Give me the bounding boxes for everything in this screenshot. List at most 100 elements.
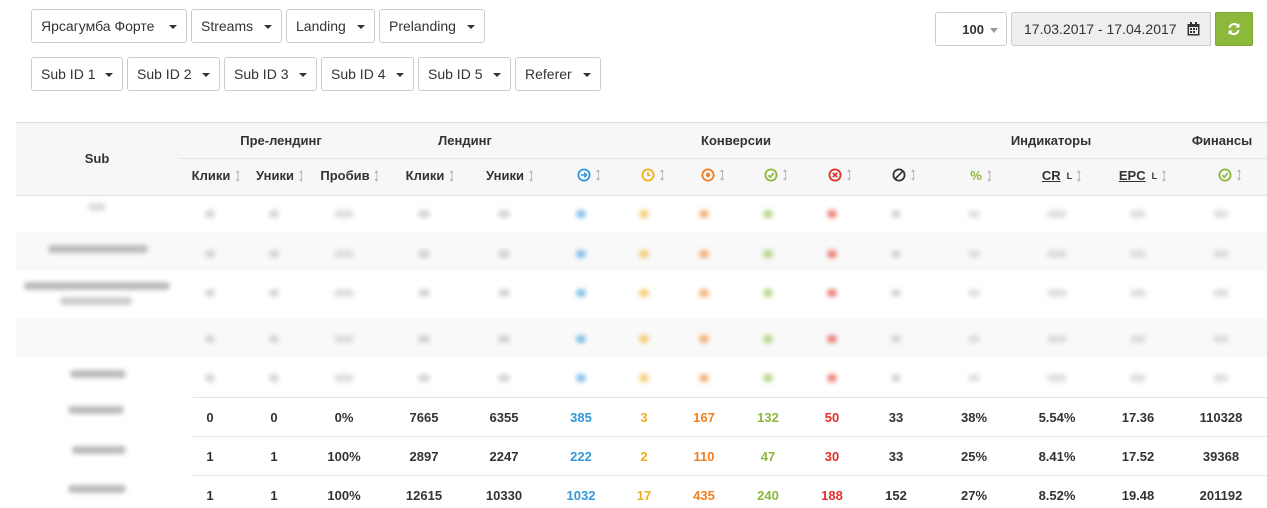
row-separator (193, 436, 1267, 437)
col-conv-trash[interactable] (892, 168, 916, 182)
blurred-cell (699, 289, 709, 297)
subid2-filter-label: Sub ID 2 (137, 66, 192, 82)
blurred-cell (1047, 250, 1067, 258)
col-pre-clicks[interactable]: Клики (192, 168, 241, 183)
blurred-cell (968, 250, 980, 258)
chevron-down-icon (264, 25, 272, 29)
blurred-cell (891, 289, 901, 297)
cell-pre-clicks: 1 (206, 449, 214, 464)
blurred-cell (763, 250, 773, 258)
sort-icon (235, 169, 240, 182)
cell-land-uniques: 6355 (489, 410, 519, 425)
sort-icon (298, 169, 304, 182)
group-sub: Sub (84, 151, 110, 166)
col-breakthrough[interactable]: Пробив (320, 168, 379, 183)
col-land-clicks[interactable]: Клики (406, 168, 455, 183)
blurred-sub (88, 203, 106, 211)
group-prelanding: Пре-лендинг (240, 133, 322, 148)
cell-conv-total: 385 (570, 410, 592, 425)
conv-rejected-icon (828, 168, 842, 182)
col-cr[interactable]: CR L (1042, 168, 1082, 183)
col-pre-uniques[interactable]: Уники (256, 168, 304, 183)
blurred-cell (269, 250, 279, 258)
subid3-filter[interactable]: Sub ID 3 (224, 57, 317, 91)
group-finance: Финансы (1191, 133, 1253, 148)
conv-approved-icon (764, 168, 778, 182)
col-conv-hold[interactable] (641, 168, 665, 182)
blurred-cell (968, 289, 980, 297)
blurred-cell (1130, 289, 1146, 297)
sort-icon (374, 169, 380, 182)
blurred-cell (1047, 210, 1067, 218)
calendar-icon (1187, 22, 1200, 36)
blurred-cell (763, 374, 773, 382)
col-conv-approved[interactable] (764, 168, 788, 182)
blurred-cell (968, 374, 980, 382)
col-label: Клики (405, 168, 445, 183)
cell-pre-clicks: 1 (206, 488, 214, 503)
col-conv-pending[interactable] (701, 168, 725, 182)
cell-conv-trash: 33 (888, 410, 904, 425)
sort-icon (660, 169, 665, 181)
blurred-cell (827, 210, 837, 218)
chevron-down-icon (583, 73, 591, 77)
finance-approved-icon (1218, 168, 1232, 182)
per-page-select[interactable]: 100 (935, 12, 1007, 46)
col-label: CR (1041, 168, 1061, 183)
sort-icon (1077, 169, 1082, 182)
col-sup: L (1151, 170, 1158, 181)
product-filter[interactable]: Ярсагумба Форте (31, 9, 187, 43)
date-range-input[interactable]: 17.03.2017 - 17.04.2017 (1011, 12, 1211, 46)
sort-icon (911, 169, 916, 181)
col-finance[interactable] (1218, 168, 1242, 182)
blurred-sub (72, 446, 126, 454)
subid5-filter[interactable]: Sub ID 5 (418, 57, 511, 91)
conv-trash-icon (892, 168, 906, 182)
blurred-cell (639, 250, 649, 258)
blurred-cell (576, 289, 586, 297)
streams-filter[interactable]: Streams (191, 9, 282, 43)
blurred-cell (1213, 210, 1229, 218)
blurred-sub (68, 406, 124, 414)
blurred-cell (968, 210, 980, 218)
subid4-filter[interactable]: Sub ID 4 (321, 57, 414, 91)
col-label: Уники (486, 168, 524, 183)
cell-cr: 8.52% (1038, 488, 1076, 503)
blurred-cell (968, 335, 980, 343)
subid5-filter-label: Sub ID 5 (428, 66, 483, 82)
prelanding-filter[interactable]: Prelanding (379, 9, 485, 43)
col-conv-rejected[interactable] (828, 168, 852, 182)
subid1-filter[interactable]: Sub ID 1 (31, 57, 123, 91)
col-epc[interactable]: EPC L (1119, 168, 1167, 183)
blurred-cell (418, 374, 430, 382)
col-label: Клики (191, 168, 231, 183)
blurred-cell (763, 335, 773, 343)
cell-finance: 110328 (1199, 410, 1243, 425)
blurred-cell (205, 289, 215, 297)
cell-conv-trash: 33 (888, 449, 904, 464)
refresh-button[interactable] (1215, 12, 1253, 46)
conv-hold-icon (641, 168, 655, 182)
blurred-cell (699, 374, 709, 382)
blurred-cell (891, 374, 901, 382)
subid2-filter[interactable]: Sub ID 2 (127, 57, 220, 91)
cell-conv-rejected: 30 (824, 449, 840, 464)
referer-filter[interactable]: Referer (515, 57, 601, 91)
blurred-cell (1213, 250, 1229, 258)
blurred-cell (418, 250, 430, 258)
sort-icon (783, 169, 788, 181)
cell-epc: 17.36 (1121, 410, 1155, 425)
col-pct[interactable]: % (970, 168, 992, 183)
blurred-cell (576, 210, 586, 218)
chevron-down-icon (299, 73, 307, 77)
blurred-cell (699, 335, 709, 343)
blurred-cell (1047, 335, 1067, 343)
blurred-cell (498, 289, 510, 297)
col-conv-total[interactable] (577, 168, 601, 182)
cell-conv-total: 1032 (566, 488, 596, 503)
sort-icon (986, 169, 992, 182)
col-land-uniques[interactable]: Уники (486, 168, 534, 183)
blurred-cell (891, 250, 901, 258)
landing-filter[interactable]: Landing (286, 9, 375, 43)
blurred-cell (498, 335, 510, 343)
